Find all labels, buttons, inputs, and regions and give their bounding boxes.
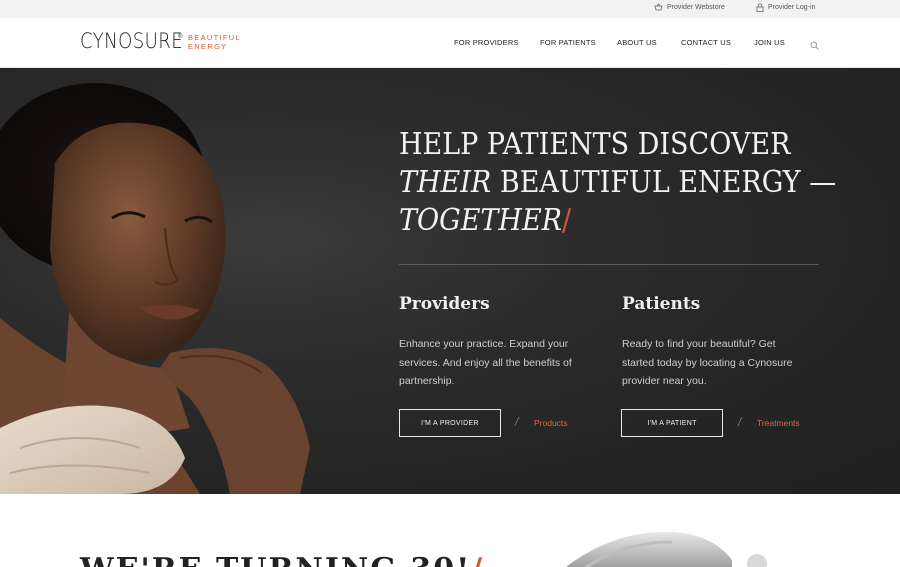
anniversary-section: WE'RE TURNING 30!/ <box>0 494 900 567</box>
nav-for-providers[interactable]: FOR PROVIDERS <box>454 38 519 47</box>
provider-webstore-link[interactable]: Provider Webstore <box>654 3 725 11</box>
logo-wordmark: CYNOSURE <box>80 29 184 53</box>
provider-login-link[interactable]: Provider Log-in <box>756 3 815 12</box>
providers-description: Enhance your practice. Expand your servi… <box>399 338 572 387</box>
lock-icon <box>756 3 764 12</box>
im-a-patient-button[interactable]: I'M A PATIENT <box>621 409 723 437</box>
main-header: CYNOSURE ® BEAUTIFUL ENERGY FOR PROVIDER… <box>0 18 900 68</box>
logo-tagline-line1: BEAUTIFUL <box>188 33 241 42</box>
products-link[interactable]: Products <box>534 418 568 428</box>
utility-bar: Provider Webstore Provider Log-in <box>0 0 900 18</box>
logo-tagline-line2: ENERGY <box>188 42 228 51</box>
nav-contact-us[interactable]: CONTACT US <box>681 38 731 47</box>
im-a-provider-button[interactable]: I'M A PROVIDER <box>399 409 501 437</box>
patients-link-divider: / <box>738 415 742 429</box>
anniversary-heading-slash: / <box>471 552 484 567</box>
hero-heading-line1: HELP PATIENTS DISCOVER <box>399 127 791 162</box>
providers-link-divider: / <box>515 415 519 429</box>
nav-about-us[interactable]: ABOUT US <box>617 38 657 47</box>
hero-heading-line2: BEAUTIFUL ENERGY — <box>491 165 837 200</box>
treatments-link[interactable]: Treatments <box>757 418 800 428</box>
anniversary-heading: WE'RE TURNING 30!/ <box>80 552 484 567</box>
basket-icon <box>654 3 663 11</box>
hero-portrait-image <box>0 83 310 494</box>
search-icon[interactable] <box>810 37 819 55</box>
provider-webstore-label: Provider Webstore <box>667 3 725 11</box>
patients-heading: Patients <box>622 294 701 314</box>
device-image <box>565 531 767 567</box>
patients-description: Ready to find your beautiful? Get starte… <box>622 338 793 387</box>
provider-login-label: Provider Log-in <box>768 4 816 11</box>
logo-registered-mark: ® <box>178 34 183 40</box>
anniversary-heading-text: WE'RE TURNING 30! <box>80 552 471 567</box>
hero-divider <box>399 264 819 265</box>
hero-heading-line3: TOGETHER <box>399 203 563 238</box>
nav-for-patients[interactable]: FOR PATIENTS <box>540 38 596 47</box>
nav-join-us[interactable]: JOIN US <box>754 38 785 47</box>
cynosure-logo[interactable]: CYNOSURE ® BEAUTIFUL ENERGY <box>80 29 240 53</box>
logo-tagline: BEAUTIFUL ENERGY <box>188 33 241 51</box>
hero-heading-slash: / <box>562 203 572 238</box>
hero-heading-italic-word: THEIR <box>399 165 492 200</box>
providers-heading: Providers <box>399 294 490 314</box>
hero-heading: HELP PATIENTS DISCOVER THEIR BEAUTIFUL E… <box>399 126 839 240</box>
hero-section: HELP PATIENTS DISCOVER THEIR BEAUTIFUL E… <box>0 68 900 494</box>
